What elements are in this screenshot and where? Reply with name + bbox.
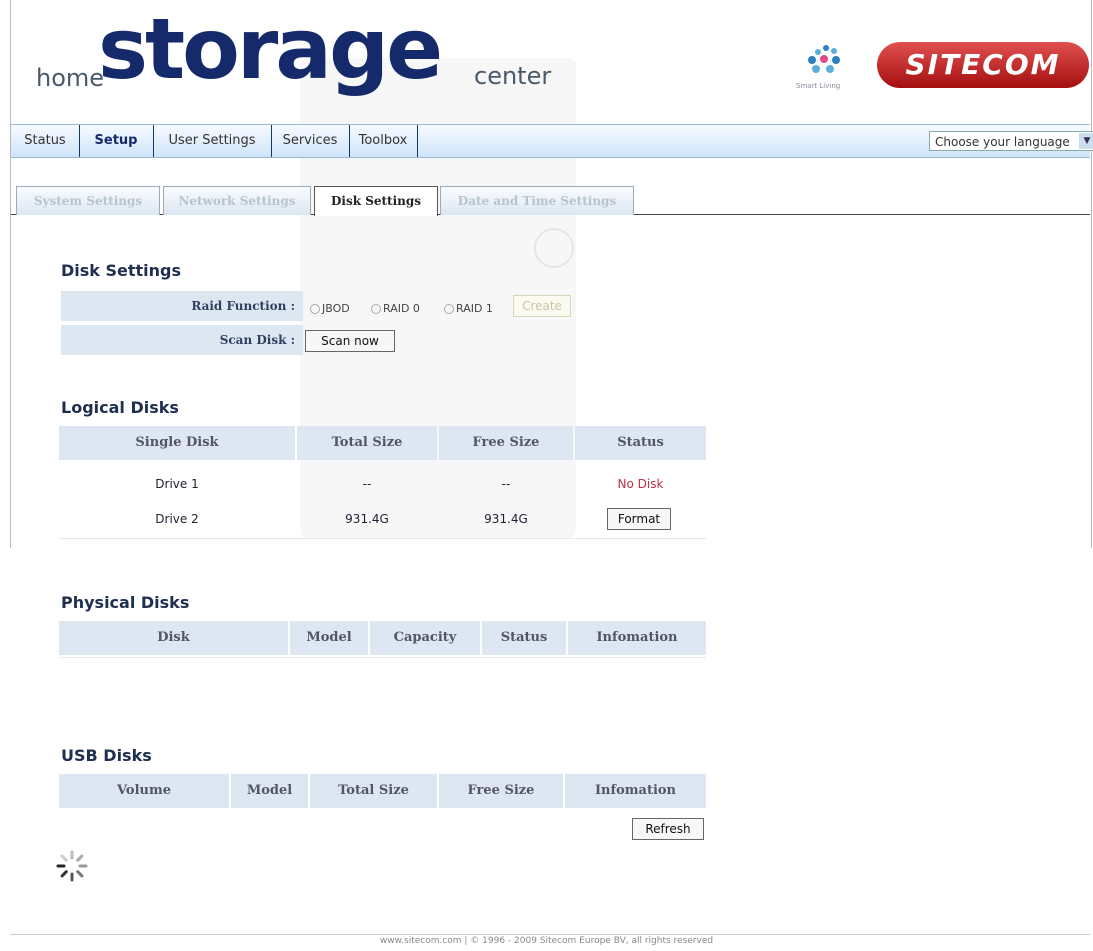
main-nav: Status Setup User Settings Services Tool… [11, 124, 1093, 158]
language-select-value: Choose your language [935, 135, 1070, 149]
sitecom-logo: SITECOM [877, 42, 1089, 88]
usb-header-infomation: Infomation [565, 774, 706, 808]
usb-header-total-size: Total Size [310, 774, 437, 808]
scan-disk-label: Scan Disk : [61, 325, 303, 355]
logical-header-status: Status [575, 426, 706, 460]
physical-header-infomation: Infomation [568, 621, 706, 655]
scan-now-button[interactable]: Scan now [305, 330, 395, 352]
disk-settings-title: Disk Settings [61, 261, 182, 280]
logical-header-free-size: Free Size [439, 426, 573, 460]
radio-raid0[interactable]: RAID 0 [371, 302, 420, 315]
nav-user-settings[interactable]: User Settings [153, 125, 272, 157]
logical-disks-title: Logical Disks [61, 398, 179, 417]
logical-header-total-size: Total Size [297, 426, 437, 460]
usb-header-free-size: Free Size [439, 774, 563, 808]
physical-disks-title: Physical Disks [61, 593, 190, 612]
physical-header-capacity: Capacity [370, 621, 480, 655]
logical-header-single-disk: Single Disk [59, 426, 295, 460]
usb-header-model: Model [231, 774, 308, 808]
language-select[interactable]: Choose your language ▼ [929, 131, 1093, 151]
radio-raid0-label: RAID 0 [383, 302, 420, 315]
footer-divider [10, 934, 1090, 935]
radio-raid1-label: RAID 1 [456, 302, 493, 315]
physical-header-status: Status [482, 621, 566, 655]
radio-circle-icon [310, 304, 320, 314]
physical-header-disk: Disk [59, 621, 288, 655]
chevron-down-icon: ▼ [1079, 133, 1093, 149]
radio-raid1[interactable]: RAID 1 [444, 302, 493, 315]
radio-circle-icon [444, 304, 454, 314]
radio-circle-icon [371, 304, 381, 314]
drive-1-total: -- [362, 477, 372, 491]
drive-2-free: 931.4G [484, 512, 528, 526]
usb-disks-title: USB Disks [61, 746, 152, 765]
drive-2-total: 931.4G [345, 512, 389, 526]
tab-disk-settings[interactable]: Disk Settings [314, 186, 438, 216]
loading-spinner-icon [56, 850, 88, 882]
radio-jbod[interactable]: JBOD [310, 302, 350, 315]
create-raid-button[interactable]: Create [513, 295, 571, 317]
logical-table-bottom [59, 538, 706, 539]
drive-1-status: No Disk [617, 477, 664, 491]
tab-system-settings[interactable]: System Settings [16, 186, 160, 215]
drive-2-name: Drive 2 [155, 512, 199, 526]
drive-1-name: Drive 1 [155, 477, 199, 491]
nav-toolbox[interactable]: Toolbox [349, 125, 418, 157]
usb-header-volume: Volume [59, 774, 229, 808]
refresh-button[interactable]: Refresh [632, 818, 704, 840]
tab-network-settings[interactable]: Network Settings [163, 186, 311, 215]
nav-status[interactable]: Status [11, 125, 80, 157]
background-device-button [534, 228, 574, 268]
smart-living-text: Smart Living [796, 82, 841, 90]
radio-jbod-label: JBOD [322, 302, 350, 315]
logo-center: center [474, 62, 552, 90]
tab-date-time-settings[interactable]: Date and Time Settings [440, 186, 634, 215]
logo-storage: storage [98, 0, 443, 98]
physical-table-bottom [59, 657, 706, 658]
logo-home: home [36, 64, 105, 92]
physical-header-model: Model [290, 621, 368, 655]
nav-services[interactable]: Services [271, 125, 350, 157]
footer-text: www.sitecom.com | © 1996 - 2009 Sitecom … [379, 936, 714, 946]
drive-1-free: -- [501, 477, 511, 491]
format-button[interactable]: Format [607, 508, 671, 530]
raid-function-label: Raid Function : [61, 291, 303, 321]
nav-setup[interactable]: Setup [79, 125, 154, 157]
